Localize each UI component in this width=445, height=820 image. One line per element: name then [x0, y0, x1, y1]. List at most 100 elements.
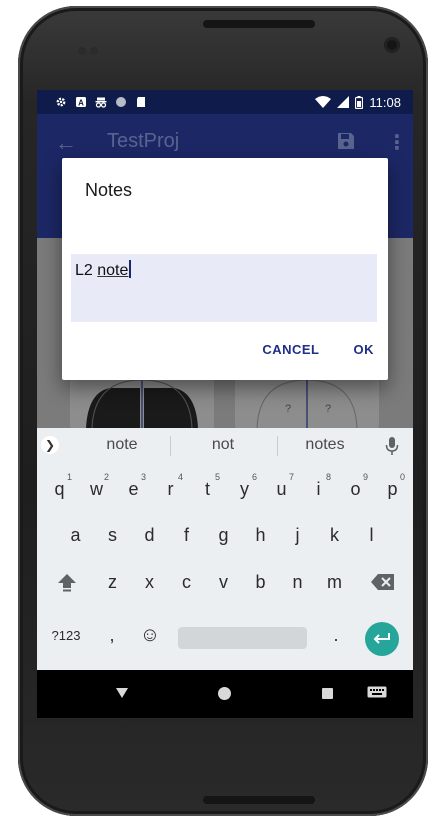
key-q[interactable]: q1 — [41, 472, 78, 506]
screen: A 11:08 ← TestProj ⋮ ? ? Notes L2 note C… — [37, 90, 413, 718]
shift-key[interactable] — [49, 565, 85, 599]
emoji-key[interactable]: ☺ — [133, 618, 167, 652]
key-z[interactable]: z — [94, 565, 131, 599]
key-hint: 4 — [177, 472, 183, 482]
tooth-image-right[interactable]: ? ? — [235, 379, 379, 429]
backspace-key[interactable] — [364, 565, 402, 599]
key-k[interactable]: k — [316, 518, 353, 552]
key-y[interactable]: y6 — [226, 472, 263, 506]
svg-text:?: ? — [325, 403, 331, 415]
text-caret — [129, 260, 131, 278]
notes-input[interactable]: L2 note — [71, 254, 377, 322]
key-p[interactable]: p0 — [374, 472, 411, 506]
key-a[interactable]: a — [57, 518, 94, 552]
key-hint: 5 — [214, 472, 220, 482]
back-arrow-icon[interactable]: ← — [55, 130, 77, 156]
key-i[interactable]: i8 — [300, 472, 337, 506]
key-e[interactable]: e3 — [115, 472, 152, 506]
soft-keyboard: ❯ note not notes q1 w2 e3 r4 t5 y6 u7 i8… — [37, 428, 413, 670]
navigation-bar — [37, 670, 413, 718]
key-v[interactable]: v — [205, 565, 242, 599]
key-hint: 2 — [103, 472, 109, 482]
settings-icon — [56, 97, 66, 107]
key-n[interactable]: n — [279, 565, 316, 599]
key-f[interactable]: f — [168, 518, 205, 552]
suggestion-divider — [277, 436, 278, 456]
suggestion-3[interactable]: notes — [290, 436, 360, 454]
enter-key[interactable] — [365, 622, 399, 656]
key-s[interactable]: s — [94, 518, 131, 552]
more-options-icon[interactable]: ⋮ — [387, 130, 407, 155]
dialog-title: Notes — [85, 180, 133, 200]
key-j[interactable]: j — [279, 518, 316, 552]
save-icon[interactable] — [337, 132, 355, 150]
a-icon: A — [76, 97, 86, 108]
key-u[interactable]: u7 — [263, 472, 300, 506]
signal-icon — [337, 96, 350, 108]
tooth-image-left[interactable] — [70, 379, 214, 429]
keyboard-icon[interactable] — [367, 686, 387, 700]
front-camera — [384, 37, 400, 53]
symbols-key[interactable]: ?123 — [43, 618, 89, 652]
key-g[interactable]: g — [205, 518, 242, 552]
key-label: p — [387, 478, 398, 499]
key-d[interactable]: d — [131, 518, 168, 552]
incognito-icon — [95, 97, 107, 108]
key-label: u — [276, 478, 287, 499]
notes-input-text: L2 — [75, 262, 98, 279]
comma-key[interactable]: , — [95, 618, 129, 652]
key-m[interactable]: m — [316, 565, 353, 599]
home-icon[interactable] — [218, 687, 231, 700]
microphone-icon[interactable] — [385, 436, 399, 456]
suggestion-1[interactable]: note — [87, 436, 157, 454]
wifi-icon — [315, 96, 332, 108]
key-label: o — [350, 478, 361, 499]
key-label: e — [128, 478, 139, 499]
earpiece-speaker — [203, 20, 315, 28]
key-hint: 3 — [140, 472, 146, 482]
backspace-icon — [371, 574, 394, 590]
sensor-dots — [78, 42, 106, 55]
key-label: i — [316, 478, 321, 499]
suggestion-divider — [170, 436, 171, 456]
tooth-drawing-left — [86, 379, 198, 429]
key-hint: 7 — [288, 472, 294, 482]
enter-icon — [373, 633, 390, 644]
key-hint: 8 — [325, 472, 331, 482]
key-w[interactable]: w2 — [78, 472, 115, 506]
key-label: r — [167, 478, 174, 499]
space-key[interactable] — [178, 627, 307, 649]
key-l[interactable]: l — [353, 518, 390, 552]
recents-icon[interactable] — [322, 688, 333, 699]
key-hint: 9 — [362, 472, 368, 482]
key-t[interactable]: t5 — [189, 472, 226, 506]
ok-button[interactable]: OK — [354, 342, 375, 357]
notes-dialog: Notes L2 note CANCEL OK — [62, 158, 388, 380]
app-title: TestProj — [107, 130, 180, 152]
key-hint: 0 — [399, 472, 405, 482]
tooth-drawing-right: ? ? — [256, 379, 358, 429]
period-key[interactable]: . — [319, 618, 353, 652]
key-x[interactable]: x — [131, 565, 168, 599]
key-label: y — [240, 478, 249, 499]
status-time: 11:08 — [369, 94, 401, 110]
key-label: w — [90, 478, 103, 499]
key-label: q — [54, 478, 65, 499]
circle-icon — [116, 97, 126, 107]
suggestion-2[interactable]: not — [187, 436, 259, 454]
back-icon[interactable] — [115, 686, 129, 700]
suggestions-expand-icon[interactable]: ❯ — [41, 436, 59, 454]
notes-input-composing-word: note — [97, 262, 129, 279]
key-o[interactable]: o9 — [337, 472, 374, 506]
bottom-speaker — [203, 796, 315, 804]
key-b[interactable]: b — [242, 565, 279, 599]
key-h[interactable]: h — [242, 518, 279, 552]
sd-card-icon — [137, 97, 145, 107]
status-bar: A 11:08 — [37, 90, 413, 114]
cancel-button[interactable]: CANCEL — [262, 342, 319, 357]
battery-icon — [355, 95, 364, 109]
key-label: t — [204, 478, 210, 499]
key-c[interactable]: c — [168, 565, 205, 599]
shift-icon — [58, 574, 76, 592]
key-r[interactable]: r4 — [152, 472, 189, 506]
